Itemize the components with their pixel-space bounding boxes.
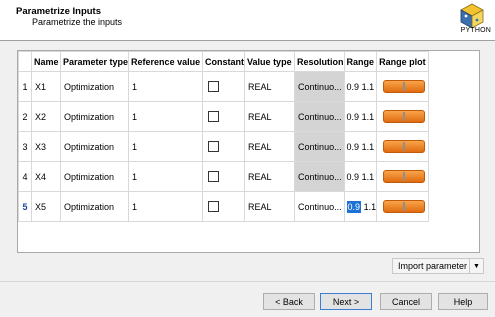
table-row[interactable]: 3 X3 Optimization 1 REAL Continuo... 0.9…	[18, 131, 430, 162]
value-type-cell[interactable]: REAL	[244, 71, 296, 102]
range-min[interactable]: 0.9	[347, 172, 360, 182]
range-plot-bar[interactable]	[383, 200, 426, 213]
range-max[interactable]: 1.1	[362, 142, 375, 152]
column-header-range-plot[interactable]: Range plot	[376, 51, 430, 72]
resolution-cell[interactable]: Continuo...	[294, 131, 345, 162]
constant-checkbox[interactable]	[208, 201, 220, 213]
table-row[interactable]: 2 X2 Optimization 1 REAL Continuo... 0.9…	[18, 101, 430, 132]
parameter-type-cell[interactable]: Optimization	[59, 161, 130, 192]
dialog-header: Parametrize Inputs Parametrize the input…	[0, 0, 495, 41]
range-plot-bar[interactable]	[383, 140, 426, 153]
name-cell[interactable]: X1	[31, 71, 61, 102]
constant-cell	[202, 191, 246, 222]
column-header-parameter-type[interactable]: Parameter type	[59, 51, 130, 72]
table-row[interactable]: 1 X1 Optimization 1 REAL Continuo... 0.9…	[18, 71, 430, 102]
range-plot-marker	[403, 172, 406, 181]
table-header-row: Name Parameter type Reference value Cons…	[18, 51, 430, 72]
range-max[interactable]: 1.1	[362, 82, 375, 92]
range-plot-cell	[376, 71, 430, 102]
range-plot-marker	[403, 112, 406, 121]
reference-value-cell[interactable]: 1	[128, 191, 204, 222]
range-plot-cell	[376, 101, 430, 132]
range-min[interactable]: 0.9	[347, 112, 360, 122]
value-type-cell[interactable]: REAL	[244, 161, 296, 192]
reference-value-cell[interactable]: 1	[128, 161, 204, 192]
row-index[interactable]: 3	[18, 131, 32, 162]
range-cell[interactable]: 0.9 1.1	[343, 161, 378, 192]
column-header-constant[interactable]: Constant	[202, 51, 246, 72]
row-index[interactable]: 5	[18, 191, 32, 222]
column-header-resolution[interactable]: Resolution	[294, 51, 345, 72]
python-label: PYTHON	[460, 27, 491, 34]
parameters-table: Name Parameter type Reference value Cons…	[17, 50, 480, 253]
range-cell[interactable]: 0.9 1.1	[343, 71, 378, 102]
back-button[interactable]: < Back	[263, 293, 315, 310]
range-max[interactable]: 1.1	[362, 112, 375, 122]
column-header-reference-value[interactable]: Reference value	[128, 51, 204, 72]
table-row-selected[interactable]: 5 X5 Optimization 1 REAL Continuo... 0.9…	[18, 191, 430, 222]
reference-value-cell[interactable]: 1	[128, 71, 204, 102]
resolution-cell[interactable]: Continuo...	[294, 101, 345, 132]
range-plot-marker	[403, 202, 406, 211]
parameter-type-cell[interactable]: Optimization	[59, 71, 130, 102]
table-row[interactable]: 4 X4 Optimization 1 REAL Continuo... 0.9…	[18, 161, 430, 192]
range-plot-marker	[403, 142, 406, 151]
range-cell[interactable]: 0.9 1.1	[343, 101, 378, 132]
range-min[interactable]: 0.9	[347, 142, 360, 152]
footer-divider	[0, 281, 495, 282]
reference-value-cell[interactable]: 1	[128, 101, 204, 132]
constant-cell	[202, 71, 246, 102]
value-type-cell[interactable]: REAL	[244, 131, 296, 162]
range-plot-marker	[403, 82, 406, 91]
dialog-title: Parametrize Inputs	[16, 6, 101, 17]
parameter-type-cell[interactable]: Optimization	[59, 101, 130, 132]
constant-checkbox[interactable]	[208, 141, 220, 153]
constant-checkbox[interactable]	[208, 81, 220, 93]
reference-value-cell[interactable]: 1	[128, 131, 204, 162]
row-index[interactable]: 4	[18, 161, 32, 192]
constant-cell	[202, 161, 246, 192]
chevron-down-icon[interactable]: ▼	[469, 259, 483, 273]
name-cell[interactable]: X4	[31, 161, 61, 192]
help-button[interactable]: Help	[438, 293, 488, 310]
range-plot-bar[interactable]	[383, 170, 426, 183]
dialog-subtitle: Parametrize the inputs	[32, 17, 123, 27]
name-cell[interactable]: X2	[31, 101, 61, 132]
parameter-type-cell[interactable]: Optimization	[59, 131, 130, 162]
constant-checkbox[interactable]	[208, 111, 220, 123]
constant-checkbox[interactable]	[208, 171, 220, 183]
name-cell[interactable]: X3	[31, 131, 61, 162]
constant-cell	[202, 101, 246, 132]
range-min-editing[interactable]: 0.9	[346, 200, 362, 213]
value-type-cell[interactable]: REAL	[244, 101, 296, 132]
row-index[interactable]: 1	[18, 71, 32, 102]
range-cell[interactable]: 0.9 1.1	[343, 131, 378, 162]
value-type-cell[interactable]: REAL	[244, 191, 296, 222]
range-max[interactable]: 1.1	[362, 172, 375, 182]
next-button[interactable]: Next >	[320, 293, 372, 310]
range-max[interactable]: 1.1	[364, 202, 376, 212]
column-header-value-type[interactable]: Value type	[244, 51, 296, 72]
range-plot-bar[interactable]	[383, 110, 426, 123]
column-header-range[interactable]: Range	[343, 51, 378, 72]
range-plot-bar[interactable]	[383, 80, 426, 93]
column-header-name[interactable]: Name	[31, 51, 61, 72]
range-plot-cell	[376, 161, 430, 192]
parameter-type-cell[interactable]: Optimization	[59, 191, 130, 222]
resolution-cell[interactable]: Continuo...	[294, 71, 345, 102]
range-cell[interactable]: 0.9 1.1	[343, 191, 378, 222]
cancel-button[interactable]: Cancel	[380, 293, 432, 310]
range-plot-cell	[376, 131, 430, 162]
column-header-index	[18, 51, 32, 72]
resolution-cell[interactable]: Continuo...	[294, 161, 345, 192]
row-index[interactable]: 2	[18, 101, 32, 132]
import-parameter-button[interactable]: Import parameter ▼	[392, 258, 484, 274]
resolution-cell[interactable]: Continuo...	[294, 191, 345, 222]
name-cell[interactable]: X5	[31, 191, 61, 222]
constant-cell	[202, 131, 246, 162]
range-min[interactable]: 0.9	[347, 82, 360, 92]
import-parameter-label: Import parameter	[398, 261, 468, 271]
range-plot-cell	[376, 191, 430, 222]
